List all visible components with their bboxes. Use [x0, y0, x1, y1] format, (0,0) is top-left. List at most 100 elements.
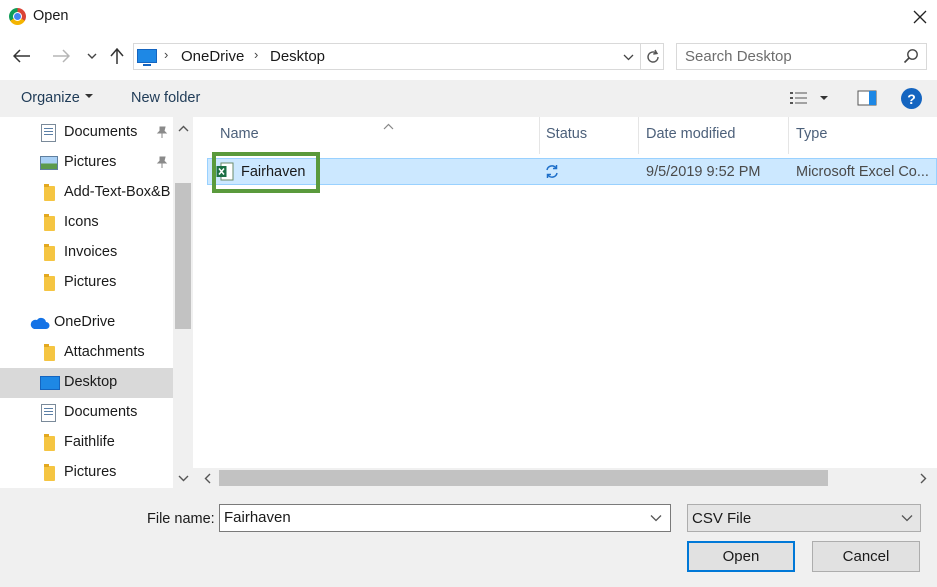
- file-type: Microsoft Excel Co...: [796, 164, 929, 180]
- sidebar-item-pictures-folder[interactable]: Pictures: [0, 268, 173, 298]
- breadcrumb-desktop[interactable]: Desktop: [270, 48, 325, 65]
- view-options-caret-icon[interactable]: [820, 96, 828, 100]
- refresh-icon[interactable]: [640, 43, 664, 70]
- chevron-down-icon[interactable]: [80, 44, 104, 68]
- close-icon[interactable]: [905, 2, 935, 32]
- file-name-bar: File name: CSV File Open Cancel: [0, 488, 937, 587]
- chevron-down-icon: [901, 510, 913, 526]
- sidebar-item-label: Documents: [64, 404, 138, 420]
- desktop-icon: [40, 376, 60, 390]
- folder-icon: [44, 214, 55, 231]
- pin-icon: [156, 126, 168, 143]
- scrollbar-thumb[interactable]: [219, 470, 828, 486]
- organize-label: Organize: [21, 90, 80, 106]
- column-type-label: Type: [796, 126, 828, 142]
- column-status-label: Status: [546, 126, 588, 142]
- sidebar-item-desktop[interactable]: Desktop: [0, 368, 173, 398]
- search-box[interactable]: [676, 43, 927, 70]
- sidebar-item-label: OneDrive: [54, 314, 116, 330]
- address-bar[interactable]: › OneDrive › Desktop: [133, 43, 664, 70]
- folder-icon: [44, 184, 55, 201]
- sidebar-item-documents[interactable]: Documents: [0, 398, 173, 428]
- breadcrumb-separator-icon[interactable]: ›: [164, 47, 168, 62]
- file-type-value: CSV File: [692, 510, 752, 527]
- folder-icon: [44, 244, 55, 261]
- sidebar-item-label: Attachments: [64, 344, 145, 360]
- caret-down-icon: [84, 94, 93, 99]
- scroll-up-icon[interactable]: [177, 122, 189, 134]
- open-button[interactable]: Open: [687, 541, 795, 572]
- sync-icon: [545, 164, 559, 183]
- change-view-icon[interactable]: [789, 90, 809, 110]
- organize-button[interactable]: Organize: [21, 90, 93, 106]
- sidebar-item-label: Pictures: [64, 464, 117, 480]
- pin-icon: [156, 156, 168, 173]
- file-list-scrollbar[interactable]: [193, 468, 937, 488]
- chevron-down-icon[interactable]: [650, 510, 662, 526]
- this-pc-icon: [137, 49, 157, 66]
- sort-ascending-icon: [383, 118, 394, 134]
- file-date-modified: 9/5/2019 9:52 PM: [646, 164, 761, 180]
- sidebar-item-icons[interactable]: Icons: [0, 208, 173, 238]
- cancel-button[interactable]: Cancel: [812, 541, 920, 572]
- search-input[interactable]: [685, 48, 895, 65]
- sidebar-item-invoices[interactable]: Invoices: [0, 238, 173, 268]
- file-name-combobox[interactable]: [219, 504, 671, 532]
- folder-icon: [44, 344, 55, 361]
- pictures-icon: [40, 156, 58, 170]
- sidebar-item-attachments[interactable]: Attachments: [0, 338, 173, 368]
- scroll-left-icon[interactable]: [201, 472, 213, 484]
- sidebar-item-label: Add-Text-Box&B: [64, 184, 171, 200]
- search-icon[interactable]: [903, 48, 919, 68]
- table-row[interactable]: Fairhaven 9/5/2019 9:52 PM Microsoft Exc…: [207, 152, 937, 193]
- navigation-pane: Documents Pictures Add-Text-Box&B Icons …: [0, 117, 193, 488]
- sidebar-item-label: Pictures: [64, 154, 117, 170]
- excel-file-icon: [216, 162, 234, 181]
- column-header-date-modified[interactable]: Date modified: [638, 117, 788, 154]
- breadcrumb-onedrive[interactable]: OneDrive: [181, 48, 244, 65]
- file-type-select[interactable]: CSV File: [687, 504, 921, 532]
- chrome-icon: [9, 8, 26, 25]
- scrollbar-thumb[interactable]: [175, 183, 191, 329]
- preview-pane-icon[interactable]: [857, 90, 877, 110]
- breadcrumb-separator-icon[interactable]: ›: [254, 47, 258, 62]
- sidebar-item-onedrive[interactable]: OneDrive: [0, 308, 173, 338]
- sidebar-item-label: Documents: [64, 124, 138, 140]
- forward-arrow-icon[interactable]: [49, 44, 73, 68]
- sidebar-item-pictures-onedrive[interactable]: Pictures: [0, 458, 173, 488]
- sidebar-item-label: Faithlife: [64, 434, 115, 450]
- sidebar-item-label: Invoices: [64, 244, 118, 260]
- title-bar: Open: [0, 0, 937, 34]
- sidebar-item-faithlife[interactable]: Faithlife: [0, 428, 173, 458]
- folder-icon: [44, 464, 55, 481]
- file-name-input[interactable]: [224, 509, 634, 526]
- scroll-down-icon[interactable]: [177, 472, 189, 484]
- sidebar-item-pictures-pinned[interactable]: Pictures: [0, 148, 173, 178]
- folder-icon: [44, 434, 55, 451]
- command-bar: Organize New folder: [0, 80, 937, 117]
- sidebar-item-add-text-box[interactable]: Add-Text-Box&B: [0, 178, 173, 208]
- sidebar-item-label: Desktop: [64, 374, 118, 390]
- address-dropdown-icon[interactable]: [619, 48, 637, 66]
- column-name-label: Name: [220, 126, 259, 142]
- up-arrow-icon[interactable]: [105, 44, 129, 68]
- sidebar-item-documents-pinned[interactable]: Documents: [0, 118, 173, 148]
- sidebar-item-label: Icons: [64, 214, 99, 230]
- help-icon[interactable]: ?: [901, 88, 922, 109]
- file-list: Name Status Date modified Type Fairhaven…: [193, 117, 937, 488]
- column-header-type[interactable]: Type: [788, 117, 937, 154]
- window-title: Open: [33, 8, 69, 24]
- document-icon: [41, 124, 56, 142]
- file-name: Fairhaven: [241, 164, 306, 180]
- column-header-status[interactable]: Status: [539, 117, 638, 154]
- column-header-name[interactable]: Name: [207, 117, 539, 154]
- sidebar-item-label: Pictures: [64, 274, 117, 290]
- column-date-label: Date modified: [646, 126, 736, 142]
- back-arrow-icon[interactable]: [10, 44, 34, 68]
- sidebar-scrollbar[interactable]: [173, 117, 193, 488]
- onedrive-icon: [29, 316, 50, 334]
- new-folder-button[interactable]: New folder: [131, 90, 200, 106]
- document-icon: [41, 404, 56, 422]
- folder-icon: [44, 274, 55, 291]
- scroll-right-icon[interactable]: [917, 472, 929, 484]
